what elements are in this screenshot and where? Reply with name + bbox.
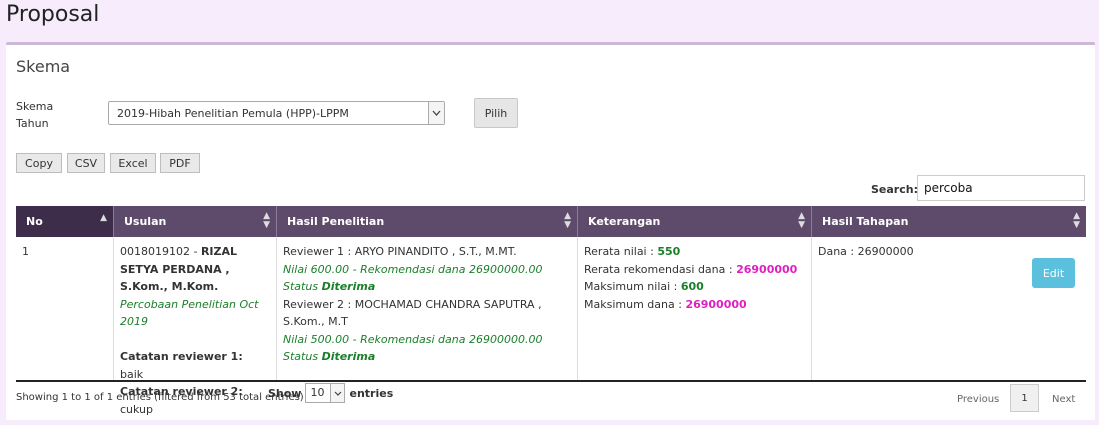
catatan1-value: baik	[120, 367, 144, 381]
catatan1-label: Catatan reviewer 1:	[120, 350, 243, 363]
cell-usulan: 0018019102 - RIZAL SETYA PERDANA , S.Kom…	[114, 237, 277, 416]
sort-asc-icon: ▲	[100, 213, 107, 223]
col-header-no[interactable]: No ▲	[16, 206, 114, 237]
usulan-id: 0018019102 -	[120, 245, 201, 258]
table-info: Showing 1 to 1 of 1 entries (filtered fr…	[16, 392, 304, 403]
sort-icon: ▲ ▼	[798, 211, 805, 230]
col-header-hasil-penelitian[interactable]: Hasil Penelitian ▲ ▼	[277, 206, 578, 237]
excel-button[interactable]: Excel	[110, 153, 156, 173]
tahun-label: Tahun	[16, 117, 49, 130]
reviewer2-status: Diterima	[321, 350, 376, 363]
previous-button[interactable]: Previous	[957, 394, 999, 405]
usulan-title: Percobaan Penelitian Oct 2019	[120, 297, 259, 329]
copy-button[interactable]: Copy	[16, 153, 62, 173]
skema-select-value: 2019-Hibah Penelitian Pemula (HPP)-LPPM	[117, 107, 349, 120]
col-header-hasil-tahapan[interactable]: Hasil Tahapan ▲ ▼	[812, 206, 1086, 237]
reviewer1: Reviewer 1 : ARYO PINANDITO , S.T., M.MT…	[283, 245, 517, 258]
chevron-down-icon[interactable]	[428, 102, 444, 124]
col-header-keterangan[interactable]: Keterangan ▲ ▼	[578, 206, 812, 237]
page-title: Proposal	[6, 2, 100, 27]
cell-no: 1	[16, 237, 114, 382]
sort-icon: ▲ ▼	[564, 211, 571, 230]
entries-label: entries	[349, 386, 394, 400]
entries-select[interactable]: 10	[305, 383, 346, 403]
tahapan-dana: Dana : 26900000	[818, 245, 914, 258]
sort-icon: ▲ ▼	[263, 211, 270, 230]
table-bottom-border	[16, 380, 1086, 382]
skema-panel: Skema Skema Tahun 2019-Hibah Penelitian …	[6, 42, 1095, 420]
show-label: Show	[268, 386, 302, 400]
chevron-down-icon[interactable]	[330, 384, 345, 402]
next-button[interactable]: Next	[1052, 394, 1075, 405]
cell-keterangan: Rerata nilai : 550 Rerata rekomendasi da…	[578, 237, 812, 382]
sort-icon: ▲ ▼	[1073, 211, 1080, 230]
rerata-nilai: 550	[657, 245, 681, 258]
max-dana: 26900000	[685, 297, 747, 311]
max-nilai: 600	[680, 280, 704, 293]
search-input[interactable]: percoba	[917, 175, 1085, 201]
reviewer2: Reviewer 2 : MOCHAMAD CHANDRA SAPUTRA , …	[283, 297, 542, 329]
skema-label: Skema	[16, 100, 54, 113]
page-1-button[interactable]: 1	[1010, 384, 1039, 412]
cell-hasil-penelitian: Reviewer 1 : ARYO PINANDITO , S.T., M.MT…	[277, 237, 578, 382]
reviewer1-nilai: Nilai 600.00 - Rekomendasi dana 26900000…	[283, 262, 543, 276]
catatan2-value: cukup	[120, 402, 154, 416]
pilih-button[interactable]: Pilih	[474, 98, 518, 128]
reviewer1-status-prefix: Status	[283, 280, 322, 293]
reviewer2-status-prefix: Status	[283, 350, 322, 363]
rerata-dana: 26900000	[736, 262, 798, 276]
skema-select[interactable]: 2019-Hibah Penelitian Pemula (HPP)-LPPM	[108, 101, 445, 125]
pdf-button[interactable]: PDF	[160, 153, 200, 173]
entries-length: Show 10 entries	[268, 383, 393, 403]
col-header-usulan[interactable]: Usulan ▲ ▼	[114, 206, 277, 237]
panel-title: Skema	[16, 57, 71, 76]
entries-select-value: 10	[310, 386, 325, 399]
search-label: Search:	[871, 183, 918, 196]
edit-button[interactable]: Edit	[1032, 258, 1075, 288]
reviewer1-status: Diterima	[321, 280, 376, 293]
reviewer2-nilai: Nilai 500.00 - Rekomendasi dana 26900000…	[283, 332, 543, 346]
csv-button[interactable]: CSV	[67, 153, 105, 173]
